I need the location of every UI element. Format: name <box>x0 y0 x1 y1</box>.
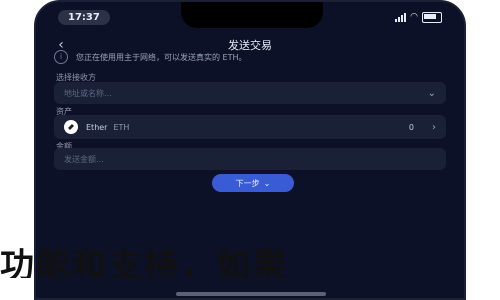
notice-text: 您正在使用用主于网络，可以发送真实的 ETH。 <box>76 52 247 62</box>
next-button[interactable]: 下一步 ⌄ <box>212 174 294 192</box>
status-icons: ◠ <box>395 11 442 23</box>
asset-selector[interactable]: Ether ETH 0 › <box>54 115 446 139</box>
overlay-caption: 功能和支持，如果 <box>0 246 288 278</box>
ethereum-icon <box>64 120 78 134</box>
home-indicator <box>176 292 326 296</box>
battery-icon <box>422 11 442 23</box>
recipient-field[interactable]: 地址或名称... ⌄ <box>54 82 446 104</box>
amount-placeholder: 发送金额... <box>64 154 104 164</box>
info-icon: i <box>54 50 68 64</box>
status-bar: 17:37 ◠ <box>36 2 464 32</box>
wifi-icon: ◠ <box>410 12 418 22</box>
amount-field[interactable]: 发送金额... <box>54 148 446 170</box>
asset-balance: 0 <box>408 122 414 132</box>
chevron-right-icon: › <box>432 121 436 133</box>
recipient-placeholder: 地址或名称... <box>64 88 112 98</box>
signal-icon <box>395 12 407 22</box>
chevron-down-icon: ⌄ <box>427 87 436 99</box>
status-time: 17:37 <box>58 9 110 25</box>
network-notice: i 您正在使用用主于网络，可以发送真实的 ETH。 <box>54 46 446 68</box>
asset-symbol: ETH <box>113 122 130 132</box>
asset-name: Ether <box>86 122 108 132</box>
chevron-down-icon: ⌄ <box>263 178 271 188</box>
next-button-label: 下一步 <box>235 178 260 188</box>
